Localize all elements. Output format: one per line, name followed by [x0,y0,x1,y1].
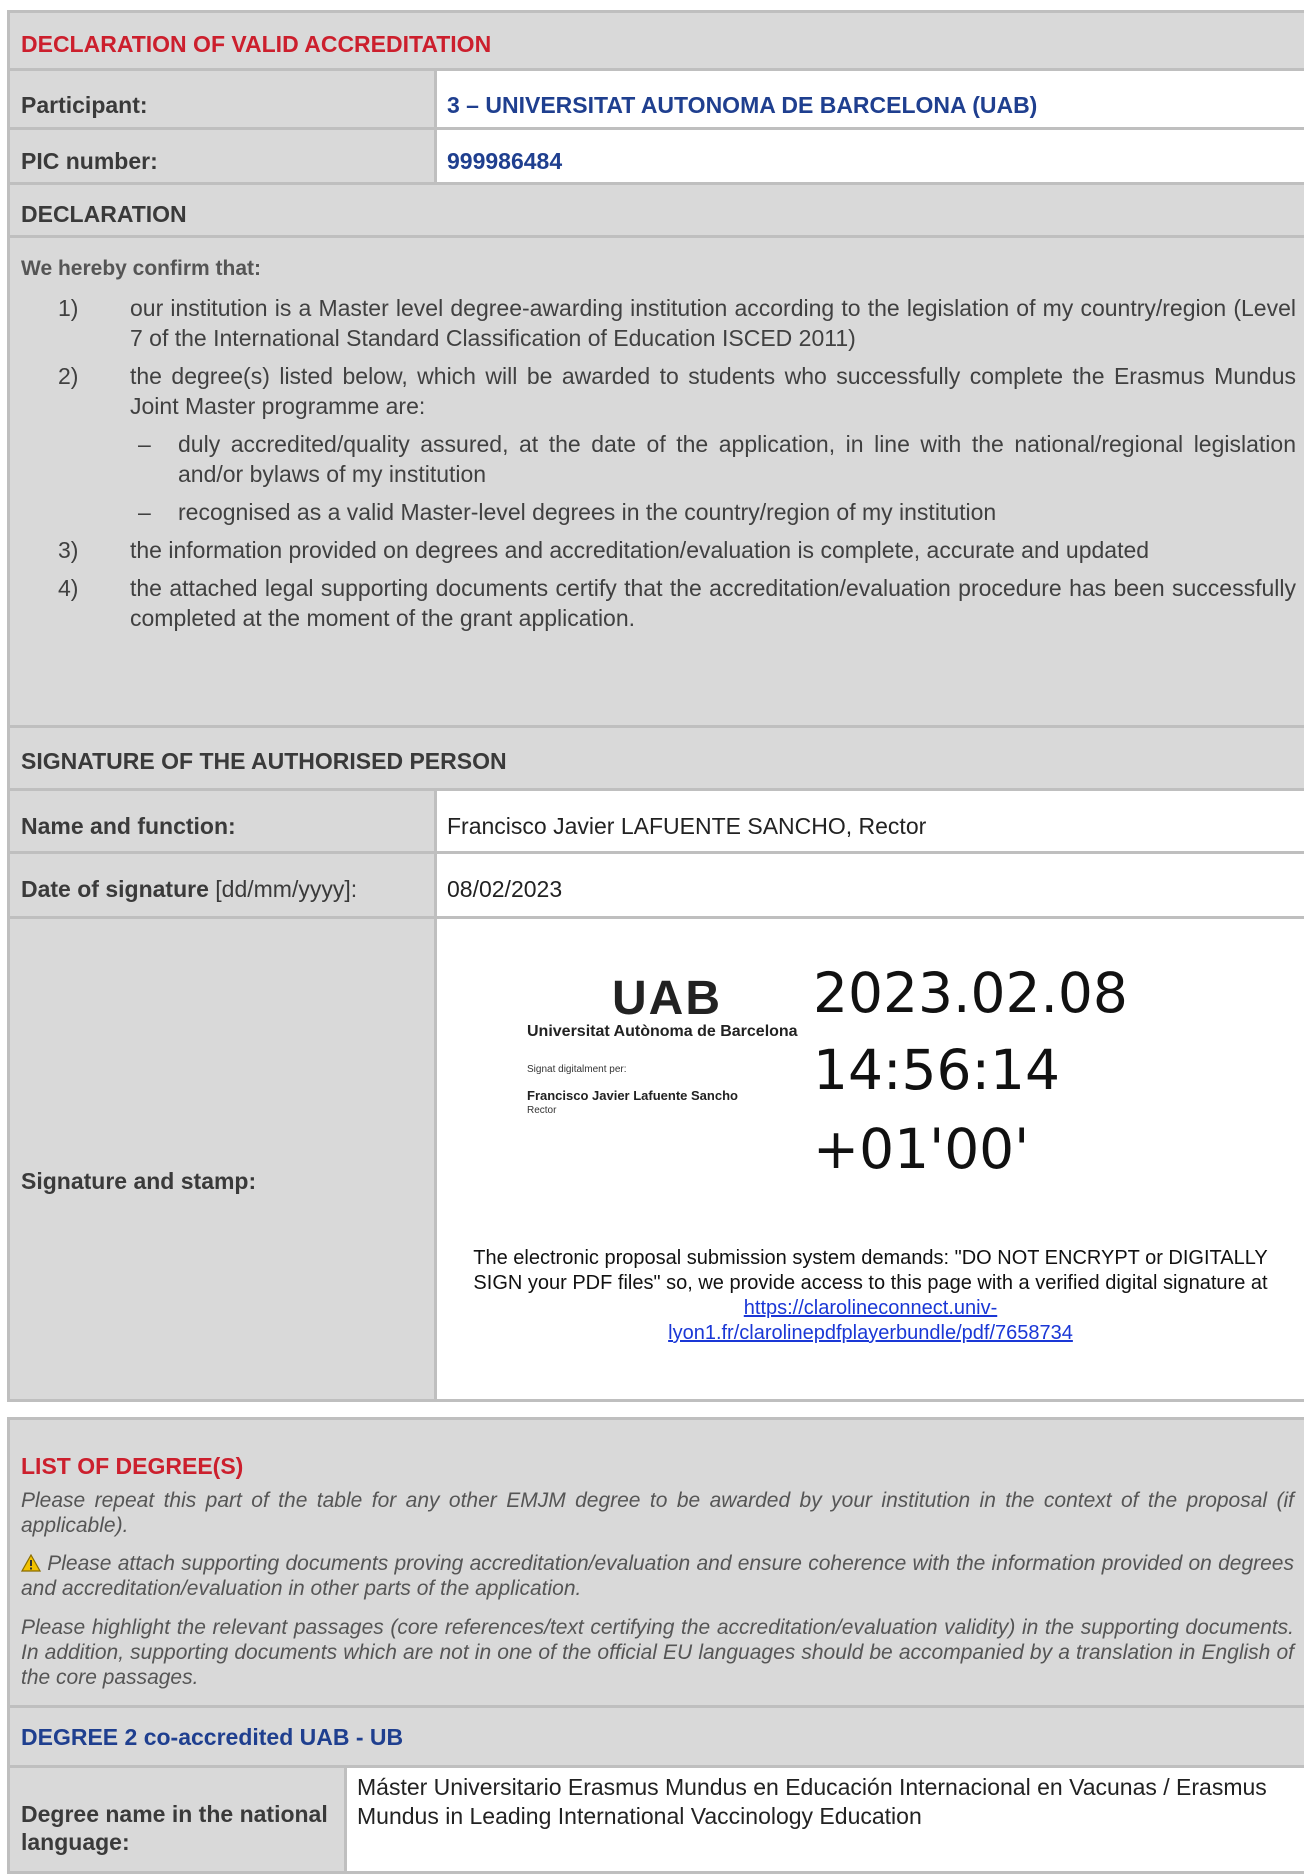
stamp-date: 2023.02.08 [813,961,1128,1025]
declaration-list: 1) our institution is a Master level deg… [58,293,1296,641]
name-cell: Francisco Javier LAFUENTE SANCHO, Rector [437,791,1304,851]
degree-name-value: Máster Universitario Erasmus Mundus en E… [357,1774,1267,1829]
degrees-title: LIST OF DEGREE(S) [21,1453,244,1479]
name-value: Francisco Javier LAFUENTE SANCHO, Rector [447,813,927,839]
degrees-panel: LIST OF DEGREE(S) Please repeat this par… [7,1417,1304,1874]
list-item: 2) the degree(s) listed below, which wil… [58,363,1296,419]
signature-link[interactable]: https://clarolineconnect.univ-lyon1.fr/c… [668,1297,1073,1344]
pic-value: 999986484 [447,148,563,174]
list-item: 4) the attached legal supporting documen… [58,575,1296,631]
uab-logo: UAB [612,971,722,1026]
list-item: 1) our institution is a Master level deg… [58,295,1296,351]
list-subitem: – duly accredited/quality assured, at th… [138,431,1296,487]
declaration-panel: DECLARATION OF VALID ACCREDITATION Parti… [7,10,1304,1402]
university-name: Universitat Autònoma de Barcelona [527,1023,798,1040]
list-subitem: – recognised as a valid Master-level deg… [138,499,997,525]
declaration-title: DECLARATION OF VALID ACCREDITATION [21,31,492,57]
signature-section-label: SIGNATURE OF THE AUTHORISED PERSON [21,748,507,774]
declaration-intro: We hereby confirm that: [21,257,261,280]
stamp-timezone: +01'00' [813,1117,1030,1181]
signer-name: Francisco Javier Lafuente Sancho [527,1088,738,1103]
name-label: Name and function: [21,813,236,839]
signer-role: Rector [527,1105,557,1116]
date-label: Date of signature [dd/mm/yyyy]: [21,876,358,902]
degree-name-cell: Máster Universitario Erasmus Mundus en E… [347,1768,1304,1871]
warning-icon [20,1553,42,1572]
date-cell: 08/02/2023 [437,854,1304,916]
declaration-section-label: DECLARATION [21,201,187,227]
degrees-note-2: Please attach supporting documents provi… [20,1552,1294,1600]
degree-title: DEGREE 2 co-accredited UAB - UB [21,1724,404,1750]
list-item: 3) the information provided on degrees a… [58,537,1150,563]
date-value: 08/02/2023 [447,876,563,902]
signature-note: The electronic proposal submission syste… [473,1247,1268,1344]
participant-value: 3 – UNIVERSITAT AUTONOMA DE BARCELONA (U… [447,92,1038,118]
pic-cell: 999986484 [437,130,1304,182]
uab-logo-text: UAB [612,972,722,1025]
stamp-time: 14:56:14 [813,1038,1061,1102]
signed-by-label: Signat digitalment per: [527,1064,627,1075]
pic-label: PIC number: [21,148,158,174]
stamp-label: Signature and stamp: [21,1168,257,1194]
participant-cell: 3 – UNIVERSITAT AUTONOMA DE BARCELONA (U… [437,71,1304,127]
degrees-note-1: Please repeat this part of the table for… [21,1489,1294,1537]
stamp-cell: UAB Universitat Autònoma de Barcelona Si… [437,919,1304,1399]
participant-label: Participant: [21,92,148,118]
degrees-note-3: Please highlight the relevant passages (… [21,1616,1294,1689]
